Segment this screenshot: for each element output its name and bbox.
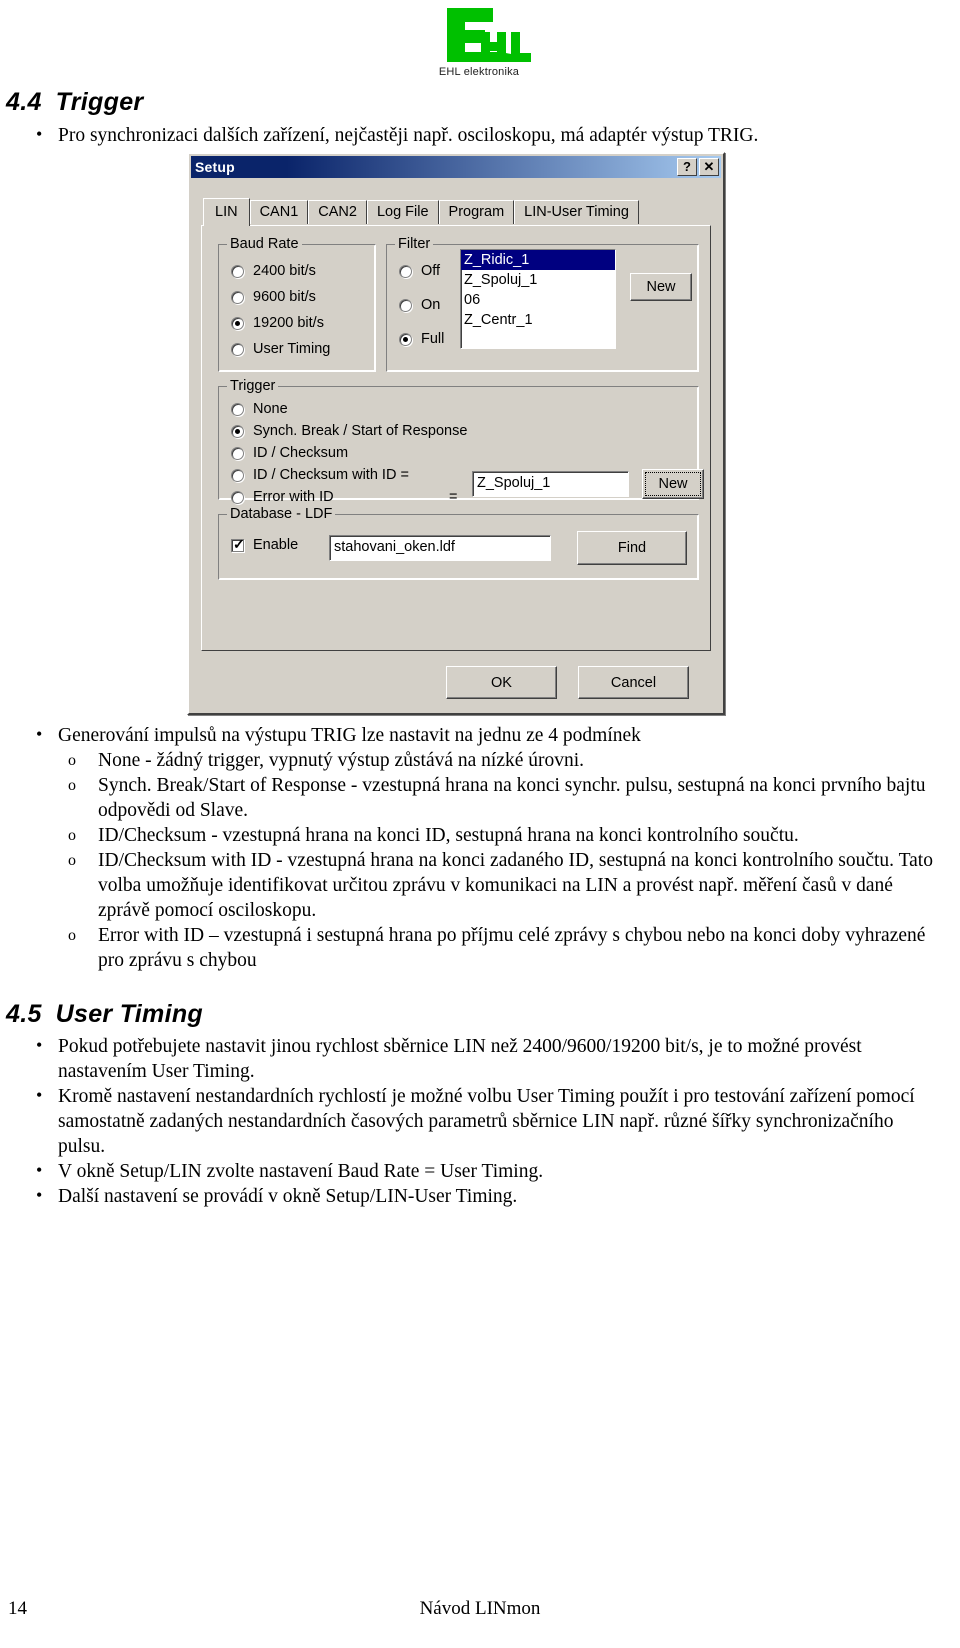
- tab-panel-lin: Baud Rate 2400 bit/s 9600 bit/s 19200 bi…: [201, 225, 711, 651]
- radio-baud-9600[interactable]: 9600 bit/s: [231, 289, 316, 305]
- list-item: Pro synchronizaci dalších zařízení, nejč…: [24, 122, 934, 148]
- user-timing-notes: Pokud potřebujete nastavit jinou rychlos…: [24, 1033, 940, 1209]
- tab-program[interactable]: Program: [438, 200, 515, 224]
- logo-caption: EHL elektronika: [438, 66, 520, 78]
- cancel-button[interactable]: Cancel: [578, 666, 689, 699]
- radio-label: None: [253, 401, 288, 417]
- radio-label: 2400 bit/s: [253, 263, 316, 279]
- tab-log-file[interactable]: Log File: [366, 200, 439, 224]
- radio-icon: [399, 332, 412, 346]
- list-item: Pokud potřebujete nastavit jinou rychlos…: [24, 1033, 940, 1084]
- checkbox-database-enable[interactable]: Enable: [231, 536, 299, 553]
- list-item: Synch. Break/Start of Response - vzestup…: [60, 773, 940, 823]
- database-ldf-legend: Database - LDF: [227, 506, 336, 522]
- ok-button[interactable]: OK: [446, 666, 557, 699]
- trigger-legend: Trigger: [227, 378, 279, 394]
- radio-filter-on[interactable]: On: [399, 297, 440, 313]
- radio-icon: [399, 298, 412, 312]
- filter-group: Filter Off On Full Z_Ridic_1 Z_Spoluj_1 …: [386, 236, 699, 372]
- radio-label: ID / Checksum: [253, 445, 349, 461]
- footer-document-title: Návod LINmon: [419, 1598, 541, 1619]
- ehl-logo-icon: [447, 8, 531, 62]
- radio-trigger-synch-break[interactable]: Synch. Break / Start of Response: [231, 423, 467, 439]
- baud-rate-group: Baud Rate 2400 bit/s 9600 bit/s 19200 bi…: [218, 236, 376, 372]
- radio-label: Off: [421, 263, 441, 279]
- trigger-notes: Generování impulsů na výstupu TRIG lze n…: [24, 722, 940, 973]
- radio-label: Synch. Break / Start of Response: [253, 423, 468, 439]
- list-item[interactable]: Z_Centr_1: [461, 310, 615, 330]
- list-item[interactable]: 06: [461, 290, 615, 310]
- radio-icon: [231, 490, 244, 504]
- section-title-trigger: Trigger: [55, 88, 144, 116]
- page-title-user-timing: 4.5 User Timing: [6, 1000, 203, 1029]
- list-item: ID/Checksum - vzestupná hrana na konci I…: [60, 823, 940, 848]
- baud-rate-legend: Baud Rate: [227, 236, 302, 252]
- radio-icon: [231, 468, 244, 482]
- dialog-titlebar[interactable]: Setup ? ✕: [191, 156, 721, 178]
- tab-strip: LIN CAN1 CAN2 Log File Program LIN-User …: [203, 198, 639, 226]
- list-item[interactable]: Z_Spoluj_1: [461, 270, 615, 290]
- radio-icon: [399, 264, 412, 278]
- radio-trigger-none[interactable]: None: [231, 401, 288, 417]
- database-file-input[interactable]: stahovani_oken.ldf: [329, 535, 551, 561]
- list-item: V okně Setup/LIN zvolte nastavení Baud R…: [24, 1158, 940, 1184]
- radio-icon: [231, 316, 244, 330]
- tab-lin-user-timing[interactable]: LIN-User Timing: [514, 200, 639, 224]
- filter-listbox[interactable]: Z_Ridic_1 Z_Spoluj_1 06 Z_Centr_1: [460, 249, 616, 349]
- radio-trigger-id-checksum-with-id[interactable]: ID / Checksum with ID =: [231, 467, 409, 483]
- section-number-44: 4.4: [6, 88, 42, 116]
- company-logo: EHL elektronika: [404, 6, 554, 78]
- section-number-45: 4.5: [6, 1000, 42, 1028]
- list-item: Další nastavení se provádí v okně Setup/…: [24, 1183, 940, 1209]
- setup-dialog: Setup ? ✕ LIN CAN1 CAN2 Log File Program…: [187, 152, 725, 715]
- help-icon[interactable]: ?: [677, 158, 697, 176]
- close-icon[interactable]: ✕: [699, 158, 719, 176]
- list-item: ID/Checksum with ID - vzestupná hrana na…: [60, 848, 940, 923]
- trigger-intro-bullet: Pro synchronizaci dalších zařízení, nejč…: [24, 122, 934, 148]
- filter-new-button[interactable]: New: [630, 273, 692, 301]
- list-item: Kromě nastavení nestandardních rychlostí…: [24, 1083, 940, 1159]
- radio-label: On: [421, 297, 441, 313]
- trigger-equals-label: =: [449, 489, 458, 505]
- list-item: Error with ID – vzestupná i sestupná hra…: [60, 923, 940, 973]
- radio-icon: [231, 264, 244, 278]
- dialog-title: Setup: [195, 159, 235, 175]
- trigger-notes-lead: Generování impulsů na výstupu TRIG lze n…: [24, 722, 940, 748]
- checkbox-label: Enable: [253, 537, 299, 553]
- database-ldf-group: Database - LDF Enable stahovani_oken.ldf…: [218, 506, 699, 580]
- find-button[interactable]: Find: [577, 531, 687, 565]
- checkbox-icon: [231, 536, 245, 552]
- filter-legend: Filter: [395, 236, 434, 252]
- radio-baud-2400[interactable]: 2400 bit/s: [231, 263, 316, 279]
- radio-icon: [231, 446, 244, 460]
- page-title-trigger: 4.4 Trigger: [6, 88, 143, 117]
- radio-trigger-id-checksum[interactable]: ID / Checksum: [231, 445, 348, 461]
- radio-filter-full[interactable]: Full: [399, 331, 444, 347]
- radio-label: User Timing: [253, 341, 331, 357]
- list-item[interactable]: Z_Ridic_1: [461, 250, 615, 270]
- radio-baud-user-timing[interactable]: User Timing: [231, 341, 330, 357]
- section-title-user-timing: User Timing: [55, 1000, 203, 1028]
- radio-label: 19200 bit/s: [253, 315, 324, 331]
- list-item: None - žádný trigger, vypnutý výstup zůs…: [60, 748, 940, 773]
- radio-icon: [231, 342, 244, 356]
- radio-trigger-error-with-id[interactable]: Error with ID: [231, 489, 334, 505]
- radio-baud-19200[interactable]: 19200 bit/s: [231, 315, 324, 331]
- tab-lin[interactable]: LIN: [203, 198, 250, 226]
- tab-can2[interactable]: CAN2: [308, 200, 367, 224]
- radio-label: Full: [421, 331, 445, 347]
- radio-filter-off[interactable]: Off: [399, 263, 440, 279]
- tab-can1[interactable]: CAN1: [249, 200, 309, 224]
- radio-icon: [231, 402, 244, 416]
- radio-icon: [231, 424, 244, 438]
- radio-label: Error with ID: [253, 489, 334, 505]
- radio-icon: [231, 290, 244, 304]
- radio-label: 9600 bit/s: [253, 289, 316, 305]
- trigger-id-input[interactable]: Z_Spoluj_1: [472, 471, 629, 497]
- trigger-new-button[interactable]: New: [642, 469, 704, 499]
- trigger-group: Trigger None Synch. Break / Start of Res…: [218, 378, 704, 505]
- radio-label: ID / Checksum with ID =: [253, 467, 409, 483]
